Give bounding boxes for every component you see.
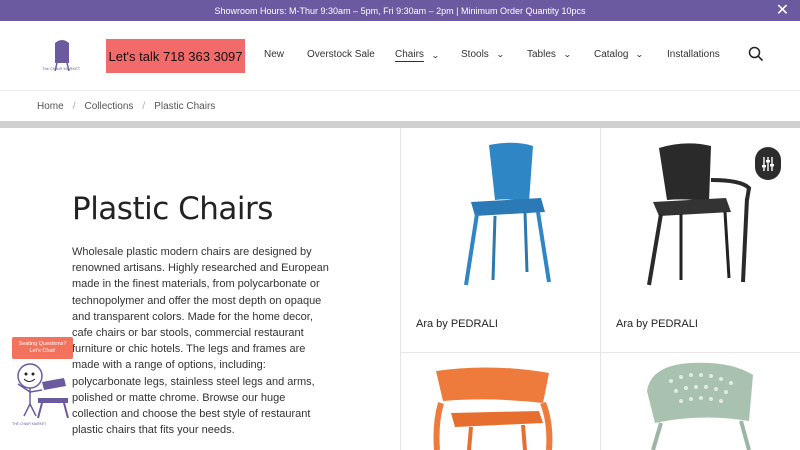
section-divider bbox=[0, 121, 800, 128]
chat-widget[interactable]: Seating Questions? Let's Chat! THE CHAIR… bbox=[10, 337, 74, 430]
chat-bubble[interactable]: Seating Questions? Let's Chat! bbox=[12, 337, 73, 359]
chair-mascot-icon bbox=[17, 363, 69, 419]
chevron-down-icon: ⌄ bbox=[635, 50, 645, 59]
chevron-down-icon: ⌄ bbox=[562, 50, 572, 59]
breadcrumb-home[interactable]: Home bbox=[37, 101, 64, 112]
chat-tagline: THE CHAIR MARKET bbox=[12, 422, 47, 426]
search-icon[interactable] bbox=[748, 46, 764, 62]
breadcrumb-collections[interactable]: Collections bbox=[84, 101, 133, 112]
logo-text: The CHAIR MARKET bbox=[42, 66, 81, 71]
nav-chairs[interactable]: Chairs ⌄ bbox=[395, 49, 440, 62]
product-card[interactable]: Ara by PEDRALI bbox=[401, 128, 600, 352]
breadcrumb-separator: / bbox=[142, 101, 146, 112]
breadcrumb: Home / Collections / Plastic Chairs bbox=[0, 92, 800, 121]
nav-new[interactable]: New bbox=[264, 49, 284, 60]
nav-catalog[interactable]: Catalog ⌄ bbox=[594, 49, 645, 60]
nav-tables[interactable]: Tables ⌄ bbox=[527, 49, 572, 60]
announcement-bar: Showroom Hours: M-Thur 9:30am – 5pm, Fri… bbox=[0, 0, 800, 21]
product-card[interactable] bbox=[401, 353, 600, 450]
chevron-down-icon: ⌄ bbox=[495, 50, 505, 59]
nav-installations[interactable]: Installations bbox=[667, 49, 720, 60]
product-image[interactable] bbox=[631, 140, 761, 290]
site-header: The CHAIR MARKET Let's talk 718 363 3097… bbox=[0, 21, 800, 91]
logo-icon[interactable] bbox=[42, 37, 82, 77]
page-title: Plastic Chairs bbox=[72, 191, 273, 227]
collection-description: Wholesale plastic modern chairs are desi… bbox=[72, 246, 329, 437]
chevron-down-icon: ⌄ bbox=[430, 51, 440, 60]
product-name[interactable]: Ara by PEDRALI bbox=[416, 318, 498, 330]
product-card[interactable] bbox=[601, 353, 800, 450]
product-image[interactable] bbox=[431, 363, 561, 450]
product-image[interactable] bbox=[441, 140, 561, 290]
product-image[interactable] bbox=[641, 361, 761, 450]
announcement-text: Showroom Hours: M-Thur 9:30am – 5pm, Fri… bbox=[214, 5, 586, 16]
call-us-button[interactable]: Let's talk 718 363 3097 bbox=[106, 39, 245, 73]
collection-intro: Plastic Chairs Wholesale plastic modern … bbox=[72, 191, 334, 438]
breadcrumb-current: Plastic Chairs bbox=[154, 101, 216, 112]
product-name[interactable]: Ara by PEDRALI bbox=[616, 318, 698, 330]
nav-overstock-sale[interactable]: Overstock Sale bbox=[307, 49, 375, 60]
breadcrumb-separator: / bbox=[72, 101, 76, 112]
sliders-icon bbox=[762, 156, 774, 171]
close-icon[interactable]: ✕ bbox=[775, 3, 790, 19]
nav-stools[interactable]: Stools ⌄ bbox=[461, 49, 505, 60]
filter-button[interactable] bbox=[755, 147, 781, 180]
